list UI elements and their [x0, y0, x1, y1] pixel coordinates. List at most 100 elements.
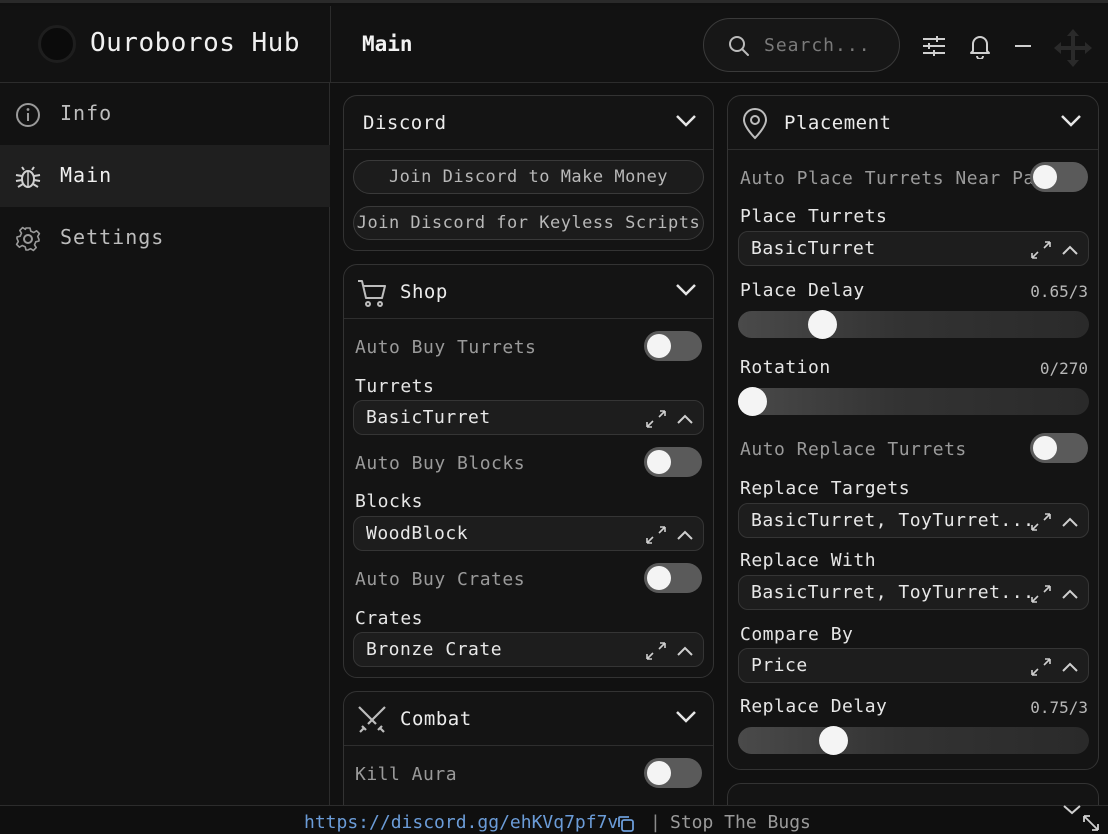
auto-replace-label: Auto Replace Turrets — [740, 439, 967, 460]
info-icon — [16, 103, 40, 127]
chevron-down-icon[interactable] — [1060, 114, 1082, 128]
replace-delay-label: Replace Delay — [740, 696, 888, 717]
auto-buy-blocks-label: Auto Buy Blocks — [355, 453, 526, 474]
expand-chevron-up-icon — [646, 410, 693, 428]
dropdown-value: Price — [751, 655, 808, 676]
kill-aura-label: Kill Aura — [355, 764, 458, 785]
place-turrets-label: Place Turrets — [740, 206, 888, 227]
resize-icon[interactable] — [1062, 802, 1102, 834]
slider-handle[interactable] — [807, 310, 837, 339]
auto-buy-blocks-toggle[interactable] — [644, 447, 702, 477]
place-delay-label: Place Delay — [740, 280, 865, 301]
expand-chevron-up-icon — [1031, 658, 1078, 676]
dropdown-value: BasicTurret — [366, 407, 491, 428]
auto-buy-crates-label: Auto Buy Crates — [355, 569, 526, 590]
auto-buy-crates-toggle[interactable] — [644, 563, 702, 593]
footer-separator: | — [650, 812, 661, 833]
replace-with-label: Replace With — [740, 550, 877, 571]
replace-targets-dropdown[interactable]: BasicTurret, ToyTurret... — [738, 503, 1089, 538]
app-title: Ouroboros Hub — [90, 28, 300, 58]
sidebar-item-label: Main — [60, 163, 113, 187]
crates-label: Crates — [355, 608, 424, 629]
section-title: Shop — [400, 281, 448, 303]
turrets-label: Turrets — [355, 376, 435, 397]
section-title: Placement — [784, 112, 892, 134]
blocks-label: Blocks — [355, 491, 424, 512]
crates-dropdown[interactable]: Bronze Crate — [353, 632, 704, 667]
placement-section-header[interactable]: Placement — [728, 96, 1098, 150]
cart-icon — [358, 280, 386, 307]
location-pin-icon — [742, 108, 768, 140]
expand-chevron-up-icon — [646, 642, 693, 660]
expand-chevron-up-icon — [646, 526, 693, 544]
sliders-icon[interactable] — [922, 35, 946, 57]
next-section — [727, 783, 1099, 805]
replace-delay-value: 0.75/3 — [1030, 698, 1088, 717]
replace-delay-slider[interactable] — [738, 726, 1089, 755]
footer-status: Stop The Bugs — [670, 812, 811, 833]
auto-place-toggle[interactable] — [1030, 162, 1088, 192]
replace-targets-label: Replace Targets — [740, 478, 911, 499]
title-bar: Ouroboros Hub Main Search... — [0, 6, 1108, 83]
place-turrets-dropdown[interactable]: BasicTurret — [738, 231, 1089, 266]
auto-buy-turrets-toggle[interactable] — [644, 331, 702, 361]
search-box[interactable]: Search... — [703, 18, 900, 72]
chevron-down-icon[interactable] — [675, 710, 697, 724]
minimize-icon[interactable] — [1014, 44, 1032, 48]
dropdown-value: Bronze Crate — [366, 639, 503, 660]
bell-icon[interactable] — [969, 33, 991, 59]
rotation-value: 0/270 — [1039, 359, 1088, 378]
auto-place-label: Auto Place Turrets Near Path — [740, 168, 1058, 189]
bug-icon — [15, 166, 41, 188]
kill-aura-toggle[interactable] — [644, 758, 702, 788]
rotation-slider[interactable] — [738, 387, 1089, 416]
sidebar-item-main[interactable]: Main — [0, 145, 330, 207]
move-drag-icon[interactable] — [1052, 27, 1094, 69]
copy-icon[interactable] — [617, 815, 635, 833]
placement-section: Placement Auto Place Turrets Near Path P… — [727, 95, 1099, 770]
main-content: Discord Join Discord to Make Money Join … — [331, 84, 1108, 805]
sidebar-item-label: Settings — [60, 225, 165, 249]
replace-with-dropdown[interactable]: BasicTurret, ToyTurret... — [738, 575, 1089, 610]
sidebar: Info Main Settings — [0, 83, 330, 805]
slider-handle[interactable] — [818, 726, 848, 755]
expand-chevron-up-icon — [1031, 241, 1078, 259]
dropdown-value: BasicTurret, ToyTurret... — [751, 510, 1035, 531]
discord-link[interactable]: https://discord.gg/ehKVq7pf7v — [304, 812, 618, 833]
chevron-down-icon[interactable] — [675, 114, 697, 128]
chevron-down-icon[interactable] — [675, 283, 697, 297]
expand-chevron-up-icon — [1031, 513, 1078, 531]
sidebar-item-info[interactable]: Info — [0, 83, 330, 145]
blocks-dropdown[interactable]: WoodBlock — [353, 516, 704, 551]
slider-handle[interactable] — [738, 387, 767, 416]
gear-icon — [15, 226, 41, 252]
place-delay-value: 0.65/3 — [1030, 282, 1088, 301]
app-window: Ouroboros Hub Main Search... Info Main S… — [0, 0, 1108, 834]
shop-section: Shop Auto Buy Turrets Turrets BasicTurre… — [343, 264, 714, 678]
auto-replace-toggle[interactable] — [1030, 433, 1088, 463]
shop-section-header[interactable]: Shop — [344, 265, 713, 319]
dropdown-value: BasicTurret, ToyTurret... — [751, 582, 1035, 603]
expand-chevron-up-icon — [1031, 585, 1078, 603]
header-divider — [330, 6, 331, 83]
status-bar: https://discord.gg/ehKVq7pf7v | Stop The… — [0, 805, 1108, 834]
discord-section-header[interactable]: Discord — [344, 96, 713, 150]
place-delay-slider[interactable] — [738, 310, 1089, 339]
section-title: Discord — [363, 112, 447, 134]
search-icon — [729, 36, 749, 56]
sidebar-item-settings[interactable]: Settings — [0, 207, 330, 269]
combat-section: Combat Kill Aura — [343, 691, 714, 805]
turrets-dropdown[interactable]: BasicTurret — [353, 400, 704, 435]
combat-section-header[interactable]: Combat — [344, 692, 713, 746]
auto-buy-turrets-label: Auto Buy Turrets — [355, 337, 537, 358]
join-discord-keyless-button[interactable]: Join Discord for Keyless Scripts — [353, 206, 704, 240]
rotation-label: Rotation — [740, 357, 831, 378]
compare-by-dropdown[interactable]: Price — [738, 648, 1089, 683]
dropdown-value: WoodBlock — [366, 523, 469, 544]
search-input[interactable]: Search... — [764, 35, 871, 56]
section-title: Combat — [400, 708, 472, 730]
compare-by-label: Compare By — [740, 624, 854, 645]
join-discord-money-button[interactable]: Join Discord to Make Money — [353, 160, 704, 194]
crossed-swords-icon — [358, 706, 386, 733]
sidebar-item-label: Info — [60, 101, 113, 125]
